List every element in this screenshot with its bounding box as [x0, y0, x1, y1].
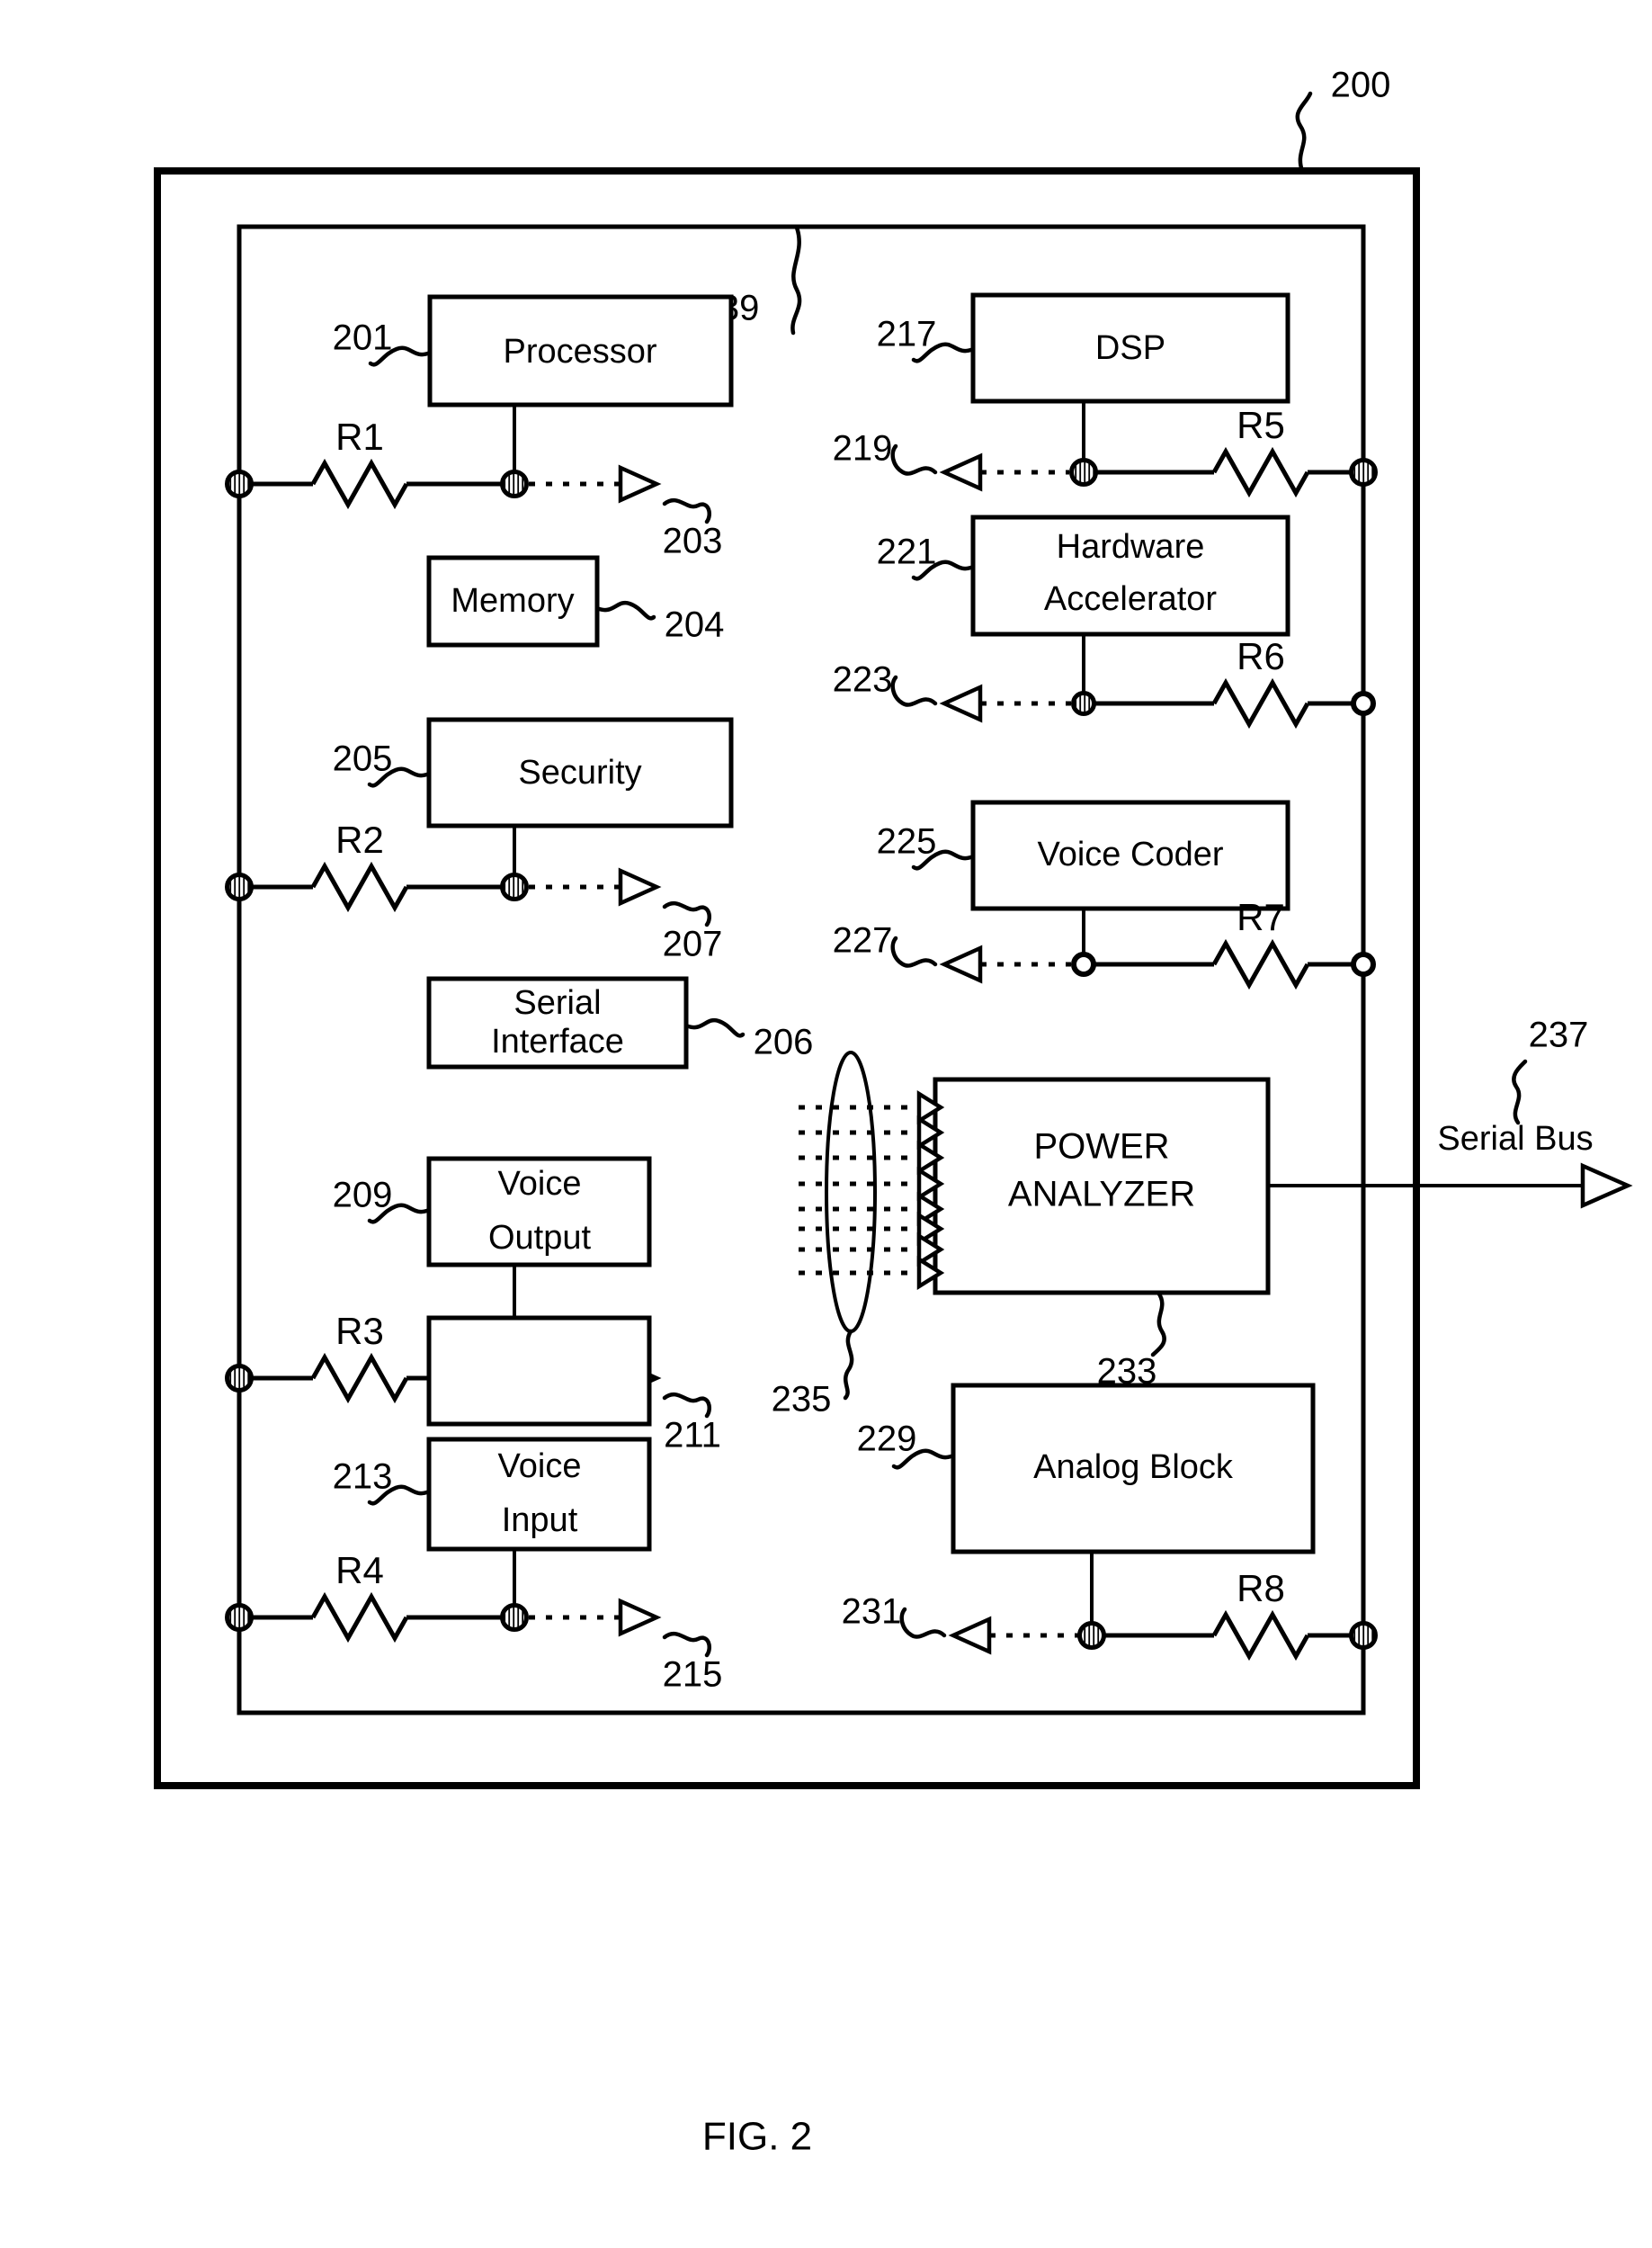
resistor-r6-label: R6	[1237, 635, 1285, 677]
sense-arrow-223	[939, 684, 983, 723]
sense-arrow-227	[939, 945, 983, 984]
sense-arrow-219	[939, 452, 983, 492]
leader-239	[790, 225, 802, 336]
sense-arrow-207	[618, 867, 662, 907]
leader-227	[890, 936, 938, 968]
figure-caption: FIG. 2	[702, 2115, 812, 2159]
patent-figure-2: 239 200 Processor 201 R1 203 Memory 204	[0, 0, 1652, 2248]
ref-num-209: 209	[333, 1176, 393, 1215]
ref-num-231: 231	[842, 1592, 902, 1632]
ref-num-201: 201	[333, 318, 393, 358]
block-hardware-accelerator-label-line2: Accelerator	[1044, 580, 1218, 618]
resistor-r7-label: R7	[1237, 896, 1285, 938]
leader-237	[1512, 1059, 1528, 1125]
block-serial-interface-label-line2: Interface	[491, 1023, 624, 1061]
resistor-r3	[310, 1352, 409, 1404]
bus-node-r1-fill	[229, 474, 249, 494]
ref-num-217: 217	[877, 315, 937, 354]
ref-num-237: 237	[1529, 1016, 1589, 1055]
resistor-r2	[310, 861, 409, 913]
ref-num-235: 235	[772, 1380, 832, 1420]
block-hardware-accelerator-label-line1: Hardware	[1057, 528, 1205, 566]
figure-canvas: 239 200 Processor 201 R1 203 Memory 204	[154, 66, 1633, 2159]
sense-arrow-203	[618, 464, 662, 504]
resistor-r8	[1211, 1609, 1310, 1661]
bus-node-r2-fill	[229, 877, 249, 897]
block-voice-coder-label: Voice Coder	[1037, 836, 1223, 873]
resistor-r8-label: R8	[1237, 1567, 1285, 1609]
tap-node-227	[1071, 952, 1096, 977]
ref-num-219: 219	[833, 429, 893, 469]
resistor-r4	[310, 1591, 409, 1643]
bus-node-r3-fill	[229, 1368, 249, 1388]
ref-num-215: 215	[663, 1655, 723, 1695]
ref-num-213: 213	[333, 1457, 393, 1497]
leader-211	[662, 1392, 711, 1419]
tap-node-219-fill	[1074, 462, 1094, 482]
leader-219	[890, 443, 938, 476]
sense-line-bundle-235	[799, 1089, 945, 1291]
bus-node-r4-fill	[229, 1608, 249, 1627]
resistor-r4-label: R4	[335, 1549, 384, 1591]
bus-node-r6	[1351, 691, 1376, 716]
leader-204	[594, 600, 656, 621]
leader-206	[683, 1017, 746, 1038]
ref-num-205: 205	[333, 739, 393, 779]
bus-node-r8-fill	[1353, 1626, 1373, 1645]
block-voice-input-label-line2: Input	[502, 1501, 578, 1539]
leader-231	[899, 1607, 947, 1639]
leader-203	[662, 497, 711, 524]
tap-node-207-fill	[505, 877, 524, 897]
leader-235	[843, 1329, 854, 1401]
ref-num-206: 206	[754, 1023, 814, 1062]
ref-num-211: 211	[664, 1416, 721, 1455]
resistor-r1-label: R1	[335, 416, 384, 458]
ref-num-225: 225	[877, 822, 937, 862]
block-memory-label: Memory	[451, 582, 574, 620]
tap-node-223-fill	[1076, 695, 1092, 712]
ref-num-223: 223	[833, 660, 893, 700]
resistor-r1	[310, 458, 409, 510]
tap-node-231-fill	[1082, 1626, 1102, 1645]
leader-215	[662, 1631, 711, 1658]
tap-node-215-fill	[505, 1608, 524, 1627]
leader-223	[890, 675, 938, 707]
block-security-label: Security	[518, 754, 641, 792]
block-processor-label: Processor	[503, 333, 656, 371]
bus-node-r7	[1351, 952, 1376, 977]
serial-bus-label: Serial Bus	[1437, 1120, 1593, 1158]
sense-arrow-215	[618, 1598, 662, 1637]
resistor-r5	[1211, 446, 1310, 498]
sense-arrow-231	[948, 1616, 992, 1655]
sense-bundle-ellipse-235	[825, 1051, 877, 1333]
block-power-analyzer-label-line2: ANALYZER	[1008, 1175, 1195, 1214]
leader-200	[1295, 91, 1313, 174]
block-analog-block-label: Analog Block	[1033, 1448, 1234, 1486]
resistor-r2-label: R2	[335, 819, 384, 861]
resistor-r5-label: R5	[1237, 404, 1285, 446]
resistor-r6	[1211, 677, 1310, 730]
leader-233	[1150, 1290, 1166, 1357]
block-dsp-label: DSP	[1095, 329, 1165, 367]
ref-num-204: 204	[665, 605, 725, 645]
ref-num-221: 221	[877, 533, 937, 572]
resistor-r3-label: R3	[335, 1310, 384, 1352]
block-voice-input	[426, 1315, 652, 1427]
ref-num-203: 203	[663, 522, 723, 561]
block-voice-output-label-line2: Output	[488, 1219, 592, 1257]
bus-node-r5-fill	[1353, 462, 1373, 482]
ref-num-229: 229	[857, 1420, 917, 1459]
serial-bus-arrow	[1580, 1162, 1633, 1209]
tap-node-203-fill	[505, 474, 524, 494]
leader-207	[662, 900, 711, 927]
resistor-r7	[1211, 938, 1310, 990]
block-voice-input-label-line1: Voice	[498, 1447, 582, 1485]
block-voice-output-label-line1: Voice	[498, 1165, 582, 1203]
ref-num-207: 207	[663, 925, 723, 964]
ref-num-200: 200	[1331, 66, 1391, 105]
block-power-analyzer-label-line1: POWER	[1033, 1127, 1169, 1167]
ref-num-227: 227	[833, 921, 893, 961]
block-serial-interface-label-line1: Serial	[513, 984, 601, 1022]
